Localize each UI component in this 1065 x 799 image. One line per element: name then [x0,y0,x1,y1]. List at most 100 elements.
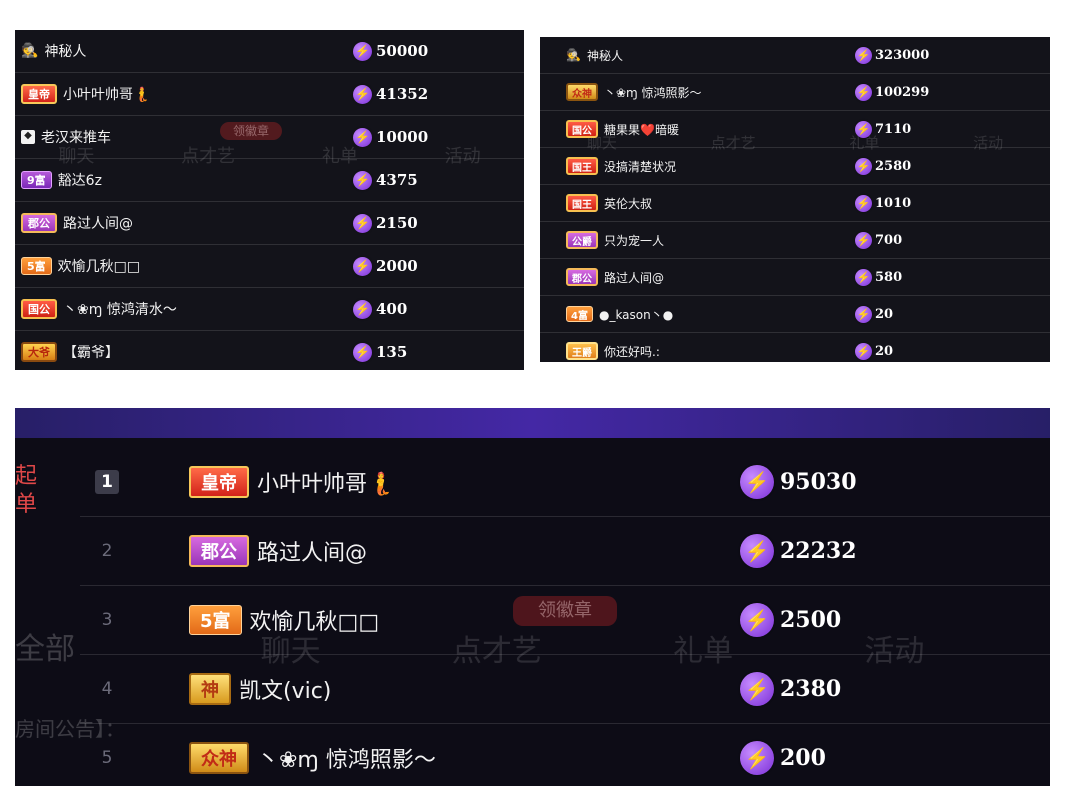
side-text: 起 单 [15,464,38,517]
user-name: 丶❀ɱ 惊鸿照影～ [604,85,702,100]
ranking-row[interactable]: 4富 ●_kason丶● ⚡ 20 [540,296,1050,333]
score-cell: ⚡ 200 [740,741,826,775]
lightning-bolt-icon: ⚡ [353,342,372,362]
user-name-cell: 9富 豁达6z [15,170,102,190]
ranking-row[interactable]: 王爵 你还好吗.: ⚡ 20 [540,333,1050,362]
lightning-bolt-icon: ⚡ [740,672,774,706]
header-band [15,408,1050,438]
user-name-cell: 郡公 路过人间@ [15,213,133,233]
rank-number: 4 [101,679,113,699]
ranking-list: 1 皇帝 小叶叶帅哥🧜 ⚡ 95030 2 郡公 路过人间@ ⚡ 22232 3 5富 欢愉几秋□□ ⚡ 2… [15,448,1050,786]
ranking-row[interactable]: 9富 豁达6z ⚡ 4375 [15,159,524,202]
score-value: 1010 [875,195,912,211]
user-name-cell: 王爵 你还好吗.: [540,342,660,360]
user-name: 你还好吗.: [604,344,660,359]
rank-title-badge: 郡公 [21,213,57,233]
bag-icon: ◆ [21,130,35,144]
lightning-bolt-icon: ⚡ [353,84,372,104]
rank-title-badge: 众神 [566,83,598,101]
ranking-list: 🕵 神秘人 ⚡ 323000 众神 丶❀ɱ 惊鸿照影～ ⚡ 100299 国公 糖果果❤️暗暖 ⚡ 7… [540,37,1050,362]
ranking-row[interactable]: 5富 欢愉几秋□□ ⚡ 2000 [15,245,524,288]
score-value: 20 [875,306,894,322]
user-name: 小叶叶帅哥🧜 [63,87,151,103]
score-value: 100299 [875,84,930,100]
user-name-cell: 国公 丶❀ɱ 惊鸿清水～ [15,299,177,319]
score-value: 2500 [780,607,842,633]
ranking-row[interactable]: 3 5富 欢愉几秋□□ ⚡ 2500 [80,586,1050,655]
ranking-row[interactable]: 🕵 神秘人 ⚡ 50000 [15,30,524,73]
user-name-cell: 众神 丶❀ɱ 惊鸿照影～ [189,742,436,774]
user-name-cell: ◆ 老汉来推车 [15,127,111,147]
ranking-row[interactable]: 皇帝 小叶叶帅哥🧜 ⚡ 41352 [15,73,524,116]
user-name: 凯文(vic) [239,679,332,704]
score-cell: ⚡ 580 [855,268,902,286]
score-value: 400 [376,300,408,318]
user-name-cell: 公爵 只为宠一人 [540,231,664,249]
user-name: 欢愉几秋□□ [57,259,141,275]
ranking-row[interactable]: 2 郡公 路过人间@ ⚡ 22232 [80,517,1050,586]
rank-title-badge: 大爷 [21,342,57,362]
lightning-bolt-icon: ⚡ [740,741,774,775]
rank-title-badge: 皇帝 [189,466,249,498]
score-cell: ⚡ 2380 [740,672,841,706]
lightning-bolt-icon: ⚡ [740,465,774,499]
ranking-row[interactable]: 5 众神 丶❀ɱ 惊鸿照影～ ⚡ 200 [80,724,1050,786]
ranking-row[interactable]: 1 皇帝 小叶叶帅哥🧜 ⚡ 95030 [80,448,1050,517]
ranking-row[interactable]: 国公 糖果果❤️暗暖 ⚡ 7110 [540,111,1050,148]
user-name: 【霸爷】 [63,345,119,361]
ranking-row[interactable]: 众神 丶❀ɱ 惊鸿照影～ ⚡ 100299 [540,74,1050,111]
lightning-bolt-icon: ⚡ [855,157,872,175]
ranking-row[interactable]: 郡公 路过人间@ ⚡ 580 [540,259,1050,296]
score-value: 10000 [376,128,429,146]
lightning-bolt-icon: ⚡ [353,213,372,233]
spy-icon: 🕵 [566,48,581,62]
user-name-cell: 皇帝 小叶叶帅哥🧜 [189,466,394,498]
user-name: 路过人间@ [257,541,368,566]
ranking-row[interactable]: 国王 没搞清楚状况 ⚡ 2580 [540,148,1050,185]
ranking-row[interactable]: 4 神凯文(vic) ⚡ 2380 [80,655,1050,724]
rank-title-badge: 公爵 [566,231,598,249]
score-value: 700 [875,232,903,248]
score-value: 20 [875,343,894,359]
score-cell: ⚡ 2500 [740,603,841,637]
score-cell: ⚡ 10000 [353,127,429,147]
rank-title-badge: 国公 [566,120,598,138]
rank-number: 1 [95,470,119,494]
score-cell: ⚡ 4375 [353,170,418,190]
rank-title-badge: 国王 [566,194,598,212]
score-cell: ⚡ 7110 [855,120,912,138]
score-cell: ⚡ 20 [855,305,894,323]
score-cell: ⚡ 323000 [855,46,929,64]
ranking-panel-a: 聊天 点才艺 礼单 活动 领徽章 🕵 神秘人 ⚡ 50000 皇帝 小叶叶帅哥🧜 ⚡ 4135… [15,30,524,370]
score-value: 7110 [875,121,912,137]
score-value: 95030 [780,469,857,495]
ranking-row[interactable]: 大爷 【霸爷】 ⚡ 135 [15,331,524,370]
ranking-row[interactable]: ◆ 老汉来推车 ⚡ 10000 [15,116,524,159]
lightning-bolt-icon: ⚡ [855,120,872,138]
user-name-cell: 🕵 神秘人 [540,47,623,64]
score-cell: ⚡ 95030 [740,465,857,499]
user-name: 英伦大叔 [604,196,653,211]
score-value: 200 [780,745,826,771]
lightning-bolt-icon: ⚡ [353,299,372,319]
rank-title-badge: 王爵 [566,342,598,360]
user-name-cell: 皇帝 小叶叶帅哥🧜 [15,84,150,104]
rank-title-badge: 皇帝 [21,84,57,104]
ranking-row[interactable]: 国王 英伦大叔 ⚡ 1010 [540,185,1050,222]
rank-title-badge: 9富 [21,171,52,189]
rank-title-badge: 5富 [21,257,52,275]
ranking-row[interactable]: 国公 丶❀ɱ 惊鸿清水～ ⚡ 400 [15,288,524,331]
ranking-row[interactable]: 郡公 路过人间@ ⚡ 2150 [15,202,524,245]
ranking-row[interactable]: 公爵 只为宠一人 ⚡ 700 [540,222,1050,259]
spy-icon: 🕵 [21,43,39,59]
user-name: 路过人间@ [604,270,665,285]
rank-title-badge: 国公 [21,299,57,319]
rank-number: 2 [101,541,113,561]
score-value: 50000 [376,42,429,60]
user-name-cell: 众神 丶❀ɱ 惊鸿照影～ [540,83,702,101]
score-value: 4375 [376,171,418,189]
ranking-row[interactable]: 🕵 神秘人 ⚡ 323000 [540,37,1050,74]
user-name: 丶❀ɱ 惊鸿清水～ [63,302,177,318]
lightning-bolt-icon: ⚡ [740,534,774,568]
user-name-cell: 4富 ●_kason丶● [540,306,673,323]
